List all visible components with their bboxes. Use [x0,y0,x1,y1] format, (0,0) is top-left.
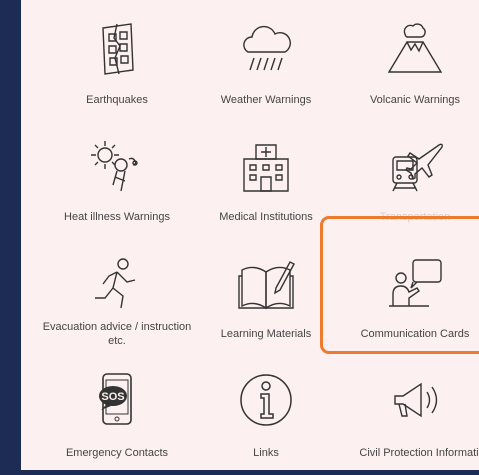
earthquake-building-icon [85,18,149,82]
menu-item-heat-illness-warnings[interactable]: Heat illness Warnings [41,125,193,242]
menu-item-label: Learning Materials [220,328,312,340]
menu-item-label: Emergency Contacts [65,447,169,459]
menu-item-label: Earthquakes [86,94,148,106]
speech-card-icon [383,252,447,316]
sos-phone-icon: SOS [85,368,149,432]
menu-item-label: Civil Protection Informati [359,447,479,459]
heat-illness-icon [85,135,149,199]
menu-item-transportation[interactable]: Transportation [339,125,479,242]
menu-item-links[interactable]: Links [190,358,342,475]
menu-item-volcanic-warnings[interactable]: Volcanic Warnings [339,8,479,125]
menu-item-earthquakes[interactable]: Earthquakes [41,8,193,125]
volcano-icon [383,18,447,82]
menu-item-communication-cards[interactable]: Communication Cards [339,242,479,359]
menu-item-label: Medical Institutions [219,211,313,223]
svg-text:SOS: SOS [101,391,124,403]
open-book-icon [234,252,298,316]
train-plane-icon [383,135,447,199]
menu-item-learning-materials[interactable]: Learning Materials [190,242,342,359]
menu-item-label: Links [253,447,279,459]
menu-item-label: Evacuation advice / instruction etc. [42,321,192,347]
menu-item-civil-protection-information[interactable]: Civil Protection Informati [339,358,479,475]
menu-item-label: Volcanic Warnings [369,94,461,106]
menu-item-medical-institutions[interactable]: Medical Institutions [190,125,342,242]
menu-item-label: Heat illness Warnings [64,211,170,223]
menu-item-label: Communication Cards [360,328,470,340]
menu-item-label: Weather Warnings [220,94,312,106]
menu-item-evacuation-advice[interactable]: Evacuation advice / instruction etc. [41,242,193,359]
menu-item-label: Transportation [379,211,451,223]
menu-item-emergency-contacts[interactable]: SOS Emergency Contacts [41,358,193,475]
info-icon [234,368,298,432]
running-person-icon [85,252,149,316]
megaphone-icon [383,368,447,432]
rain-cloud-icon [234,18,298,82]
hospital-icon [234,135,298,199]
menu-item-weather-warnings[interactable]: Weather Warnings [190,8,342,125]
